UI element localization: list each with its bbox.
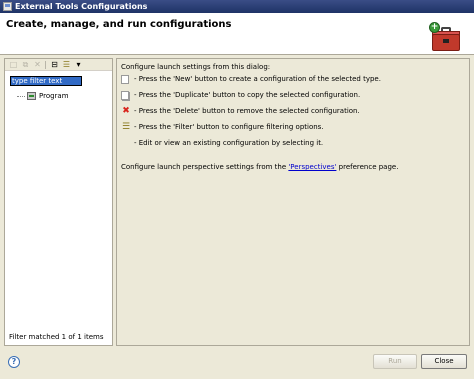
instruction-edit: - Edit or view an existing configuration… [134, 139, 324, 147]
help-button[interactable]: ? [8, 356, 20, 368]
duplicate-icon[interactable]: ⧉ [21, 60, 30, 69]
close-button[interactable]: Close [421, 354, 467, 369]
delete-icon[interactable]: ✕ [33, 60, 42, 69]
new-config-icon[interactable]: □ [9, 60, 18, 69]
instruction-filter: ☰ - Press the 'Filter' button to configu… [121, 122, 324, 132]
delete-icon: ✖ [122, 106, 130, 116]
duplicate-icon [121, 90, 129, 100]
filter-status: Filter matched 1 of 1 items [9, 333, 104, 341]
page-title: Create, manage, and run configurations [6, 19, 232, 30]
run-button[interactable]: Run [373, 354, 417, 369]
collapse-all-icon[interactable]: ⊟ [50, 60, 59, 69]
dialog-header: Create, manage, and run configurations + [0, 13, 474, 55]
filter-icon: ☰ [121, 122, 131, 132]
window-icon [3, 2, 12, 11]
perspectives-text: Configure launch perspective settings fr… [121, 163, 399, 171]
intro-text: Configure launch settings from this dial… [121, 63, 271, 71]
filter-input[interactable] [10, 76, 82, 86]
filter-icon[interactable]: ☰ [62, 60, 71, 69]
window-title: External Tools Configurations [15, 2, 148, 11]
perspectives-link[interactable]: 'Perspectives' [288, 163, 336, 171]
tree-item-label: Program [39, 92, 69, 100]
toolbox-icon: + [429, 22, 463, 52]
instruction-delete: ✖ - Press the 'Delete' button to remove … [122, 106, 360, 116]
tree-item-program[interactable]: Program [17, 92, 69, 100]
program-icon [27, 92, 36, 100]
toolbar-separator [45, 60, 46, 69]
title-bar: External Tools Configurations [0, 0, 474, 13]
configuration-tree-pane: □ ⧉ ✕ ⊟ ☰ ▾ Program Filter matched 1 of … [4, 58, 113, 346]
dropdown-arrow-icon[interactable]: ▾ [74, 60, 83, 69]
instruction-new: - Press the 'New' button to create a con… [121, 74, 381, 84]
new-config-icon [121, 74, 129, 84]
info-pane: Configure launch settings from this dial… [116, 58, 470, 346]
configuration-toolbar: □ ⧉ ✕ ⊟ ☰ ▾ [5, 59, 112, 71]
instruction-duplicate: - Press the 'Duplicate' button to copy t… [121, 90, 360, 100]
